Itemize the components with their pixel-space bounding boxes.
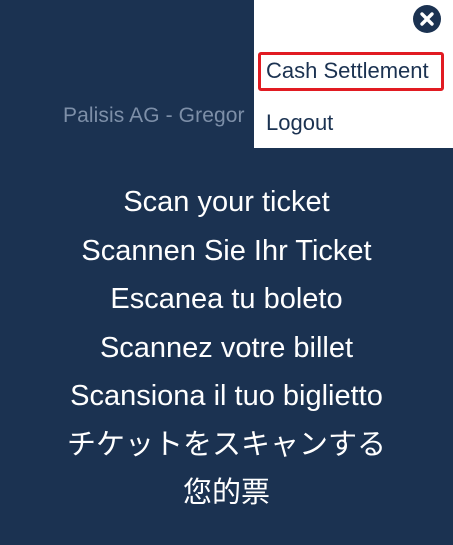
- scan-screen: Palisis AG - Gregor Scan your ticket Sca…: [0, 0, 453, 545]
- scan-message-german: Scannen Sie Ihr Ticket: [81, 234, 372, 267]
- scan-message-spanish: Escanea tu boleto: [110, 283, 343, 315]
- scan-message-japanese: チケットをスキャンする: [66, 428, 386, 461]
- scan-message-english: Scan your ticket: [123, 186, 330, 218]
- company-label: Palisis AG - Gregor: [63, 104, 245, 127]
- menu-item-cash-settlement[interactable]: Cash Settlement: [266, 58, 429, 84]
- menu-item-logout[interactable]: Logout: [266, 110, 333, 136]
- scan-message-french: Scannez votre billet: [99, 331, 354, 364]
- close-icon[interactable]: [413, 5, 441, 33]
- scan-message-chinese: 您的票: [182, 477, 270, 509]
- scan-instructions: Scan your ticket Scannen Sie Ihr Ticket …: [0, 178, 453, 518]
- scan-message-italian: Scansiona il tuo biglietto: [70, 380, 383, 412]
